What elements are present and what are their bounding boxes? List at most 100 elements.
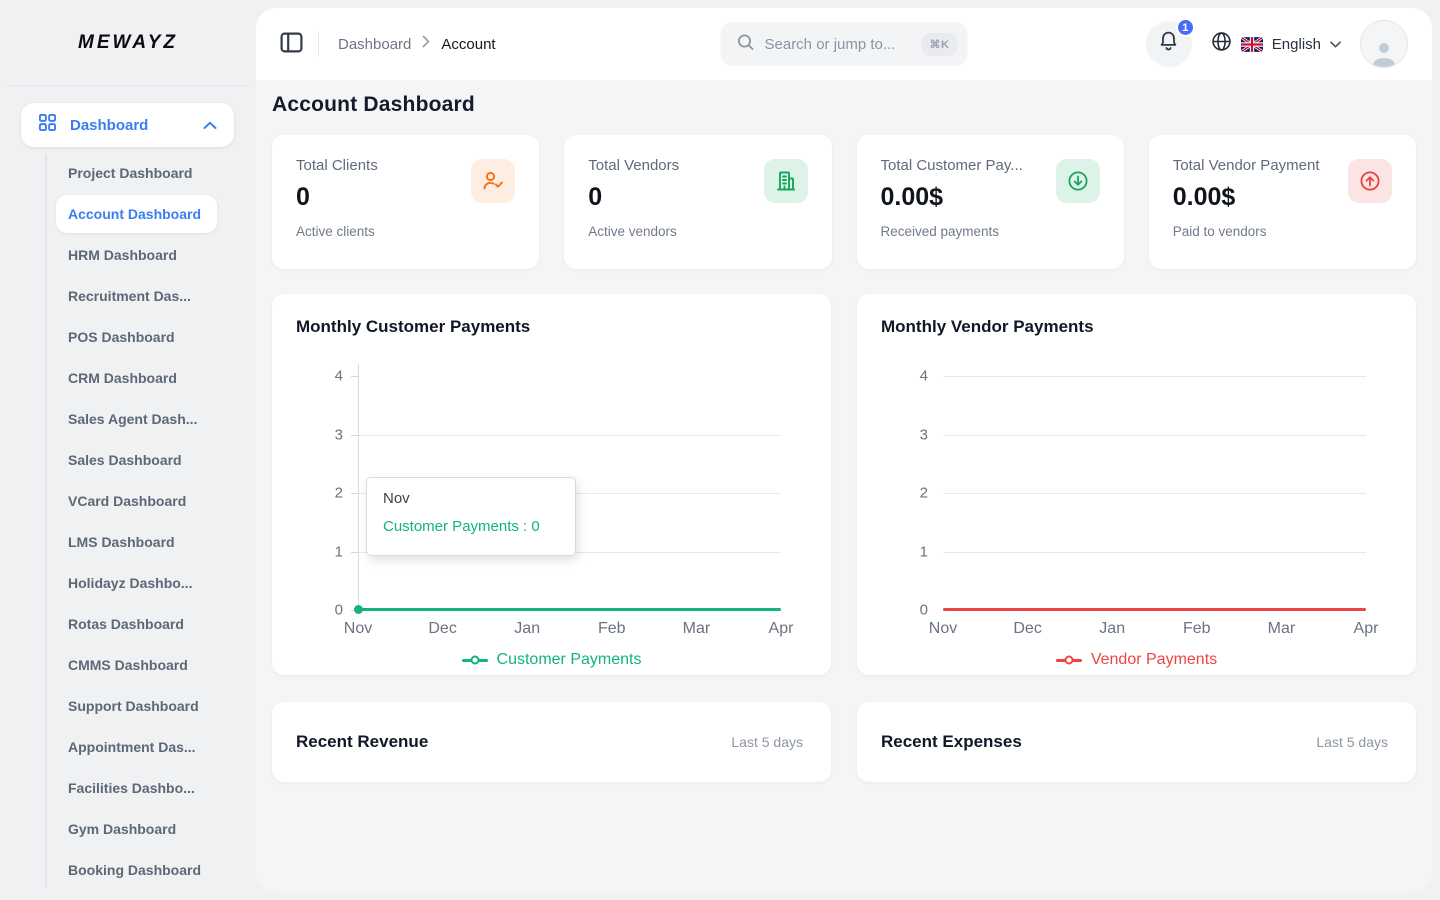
language-label: English: [1272, 36, 1321, 53]
legend-customer-payments[interactable]: Customer Payments: [296, 651, 807, 669]
x-tick: Nov: [929, 620, 957, 638]
x-tick: Jan: [514, 620, 540, 638]
sidebar-item-booking-dashboard[interactable]: Booking Dashboard: [68, 849, 256, 890]
sidebar-item-hrm-dashboard[interactable]: HRM Dashboard: [68, 234, 256, 275]
main-panel: Dashboard Account ⌘K: [256, 8, 1432, 892]
stat-title: Total Vendor Payment: [1173, 157, 1353, 174]
sidebar: MEWAYZ Dashboard Project Dashboard Accou…: [0, 0, 256, 900]
legend-marker-icon: [462, 659, 488, 662]
stats-grid: Total Clients 0 Active clients Total Ven…: [272, 135, 1416, 269]
sidebar-item-lms-dashboard[interactable]: LMS Dashboard: [68, 521, 256, 562]
recent-revenue-card: Recent Revenue Last 5 days: [272, 702, 831, 782]
x-axis-labels: Nov Dec Jan Feb Mar Apr: [358, 620, 781, 642]
sidebar-item-vcard-dashboard[interactable]: VCard Dashboard: [68, 480, 256, 521]
gridline: [943, 493, 1366, 494]
customer-payments-chart: 4 3 2 1 0: [296, 364, 807, 610]
topbar: Dashboard Account ⌘K: [256, 8, 1432, 80]
gridline: [358, 435, 781, 436]
stat-card-total-vendors: Total Vendors 0 Active vend: [564, 135, 831, 269]
notification-badge: 1: [1176, 18, 1195, 37]
chevron-right-icon: [422, 35, 430, 53]
uk-flag-icon: [1241, 37, 1263, 52]
chart-tooltip: Nov Customer Payments : 0: [366, 477, 576, 556]
sidebar-item-account-dashboard[interactable]: Account Dashboard: [56, 195, 217, 233]
subnav-guide-line: [45, 154, 47, 888]
topbar-right: 1: [1146, 20, 1408, 68]
arrow-down-circle-icon: [1056, 159, 1100, 203]
chevron-down-icon: [1330, 35, 1341, 53]
y-tick: 3: [920, 426, 928, 443]
chart-card-customer-payments: Monthly Customer Payments 4 3 2 1 0: [272, 294, 831, 675]
panel-range: Last 5 days: [731, 734, 803, 750]
x-tick: Mar: [1268, 620, 1296, 638]
x-tick: Apr: [769, 620, 794, 638]
stat-card-total-clients: Total Clients 0 Active clients: [272, 135, 539, 269]
sidebar-item-sales-agent-dashboard[interactable]: Sales Agent Dash...: [68, 398, 256, 439]
charts-grid: Monthly Customer Payments 4 3 2 1 0: [272, 294, 1416, 675]
chart-card-vendor-payments: Monthly Vendor Payments 4 3 2 1 0: [857, 294, 1416, 675]
panel-range: Last 5 days: [1316, 734, 1388, 750]
gridline: [943, 552, 1366, 553]
sidebar-toggle-button[interactable]: [280, 32, 303, 56]
legend-marker-icon: [1056, 659, 1082, 662]
sidebar-item-rotas-dashboard[interactable]: Rotas Dashboard: [68, 603, 256, 644]
x-tick: Feb: [598, 620, 626, 638]
content-area: Account Dashboard Total Clients 0 Active…: [256, 80, 1432, 892]
sidebar-item-crm-dashboard[interactable]: CRM Dashboard: [68, 357, 256, 398]
notifications-button[interactable]: 1: [1146, 21, 1192, 67]
user-avatar[interactable]: [1360, 20, 1408, 68]
search-shortcut-badge: ⌘K: [922, 33, 958, 56]
stat-subtitle: Active clients: [296, 224, 515, 239]
y-tick: 4: [920, 368, 928, 385]
breadcrumb-account: Account: [441, 36, 495, 53]
axis-tick: [351, 376, 358, 377]
y-tick: 1: [920, 543, 928, 560]
x-tick: Dec: [428, 620, 456, 638]
globe-icon: [1211, 31, 1232, 57]
x-tick: Dec: [1013, 620, 1041, 638]
customer-payments-series-line: [358, 608, 781, 611]
x-axis-labels: Nov Dec Jan Feb Mar Apr: [943, 620, 1366, 642]
vendor-payments-series-line: [943, 608, 1366, 611]
axis-tick: [351, 435, 358, 436]
legend-label: Customer Payments: [497, 651, 642, 669]
sidebar-item-holidayz-dashboard[interactable]: Holidayz Dashbo...: [68, 562, 256, 603]
chart-title: Monthly Customer Payments: [296, 317, 807, 337]
y-axis-labels: 4 3 2 1 0: [296, 364, 358, 610]
breadcrumb-dashboard[interactable]: Dashboard: [338, 36, 411, 53]
vendor-payments-chart: 4 3 2 1 0: [881, 364, 1392, 610]
app-root: MEWAYZ Dashboard Project Dashboard Accou…: [0, 0, 1440, 900]
y-tick: 2: [920, 485, 928, 502]
building-icon: [764, 159, 808, 203]
chevron-up-icon: [203, 121, 217, 130]
sidebar-item-support-dashboard[interactable]: Support Dashboard: [68, 685, 256, 726]
sidebar-section-label: Dashboard: [70, 117, 148, 134]
gridline: [943, 376, 1366, 377]
search-input[interactable]: [765, 36, 912, 53]
sidebar-item-sales-dashboard[interactable]: Sales Dashboard: [68, 439, 256, 480]
y-tick: 0: [920, 602, 928, 619]
search-box[interactable]: ⌘K: [721, 22, 968, 66]
sidebar-item-facilities-dashboard[interactable]: Facilities Dashbo...: [68, 767, 256, 808]
x-tick: Feb: [1183, 620, 1211, 638]
language-selector[interactable]: English: [1211, 31, 1341, 57]
sidebar-item-gym-dashboard[interactable]: Gym Dashboard: [68, 808, 256, 849]
x-tick: Nov: [344, 620, 372, 638]
sidebar-section-dashboard[interactable]: Dashboard: [21, 103, 234, 147]
x-tick: Jan: [1099, 620, 1125, 638]
tooltip-value: Customer Payments : 0: [383, 518, 559, 535]
stat-title: Total Clients: [296, 157, 476, 174]
sidebar-item-pos-dashboard[interactable]: POS Dashboard: [68, 316, 256, 357]
sidebar-item-project-dashboard[interactable]: Project Dashboard: [68, 152, 256, 193]
y-tick: 0: [335, 602, 343, 619]
user-check-icon: [471, 159, 515, 203]
sidebar-item-appointment-dashboard[interactable]: Appointment Das...: [68, 726, 256, 767]
axis-tick: [351, 552, 358, 553]
sidebar-subnav: Project Dashboard Account Dashboard HRM …: [0, 152, 256, 890]
stat-title: Total Customer Pay...: [881, 157, 1061, 174]
legend-vendor-payments[interactable]: Vendor Payments: [881, 651, 1392, 669]
recent-expenses-card: Recent Expenses Last 5 days: [857, 702, 1416, 782]
hovered-point-marker: [354, 605, 363, 614]
sidebar-item-cmms-dashboard[interactable]: CMMS Dashboard: [68, 644, 256, 685]
sidebar-item-recruitment-dashboard[interactable]: Recruitment Das...: [68, 275, 256, 316]
